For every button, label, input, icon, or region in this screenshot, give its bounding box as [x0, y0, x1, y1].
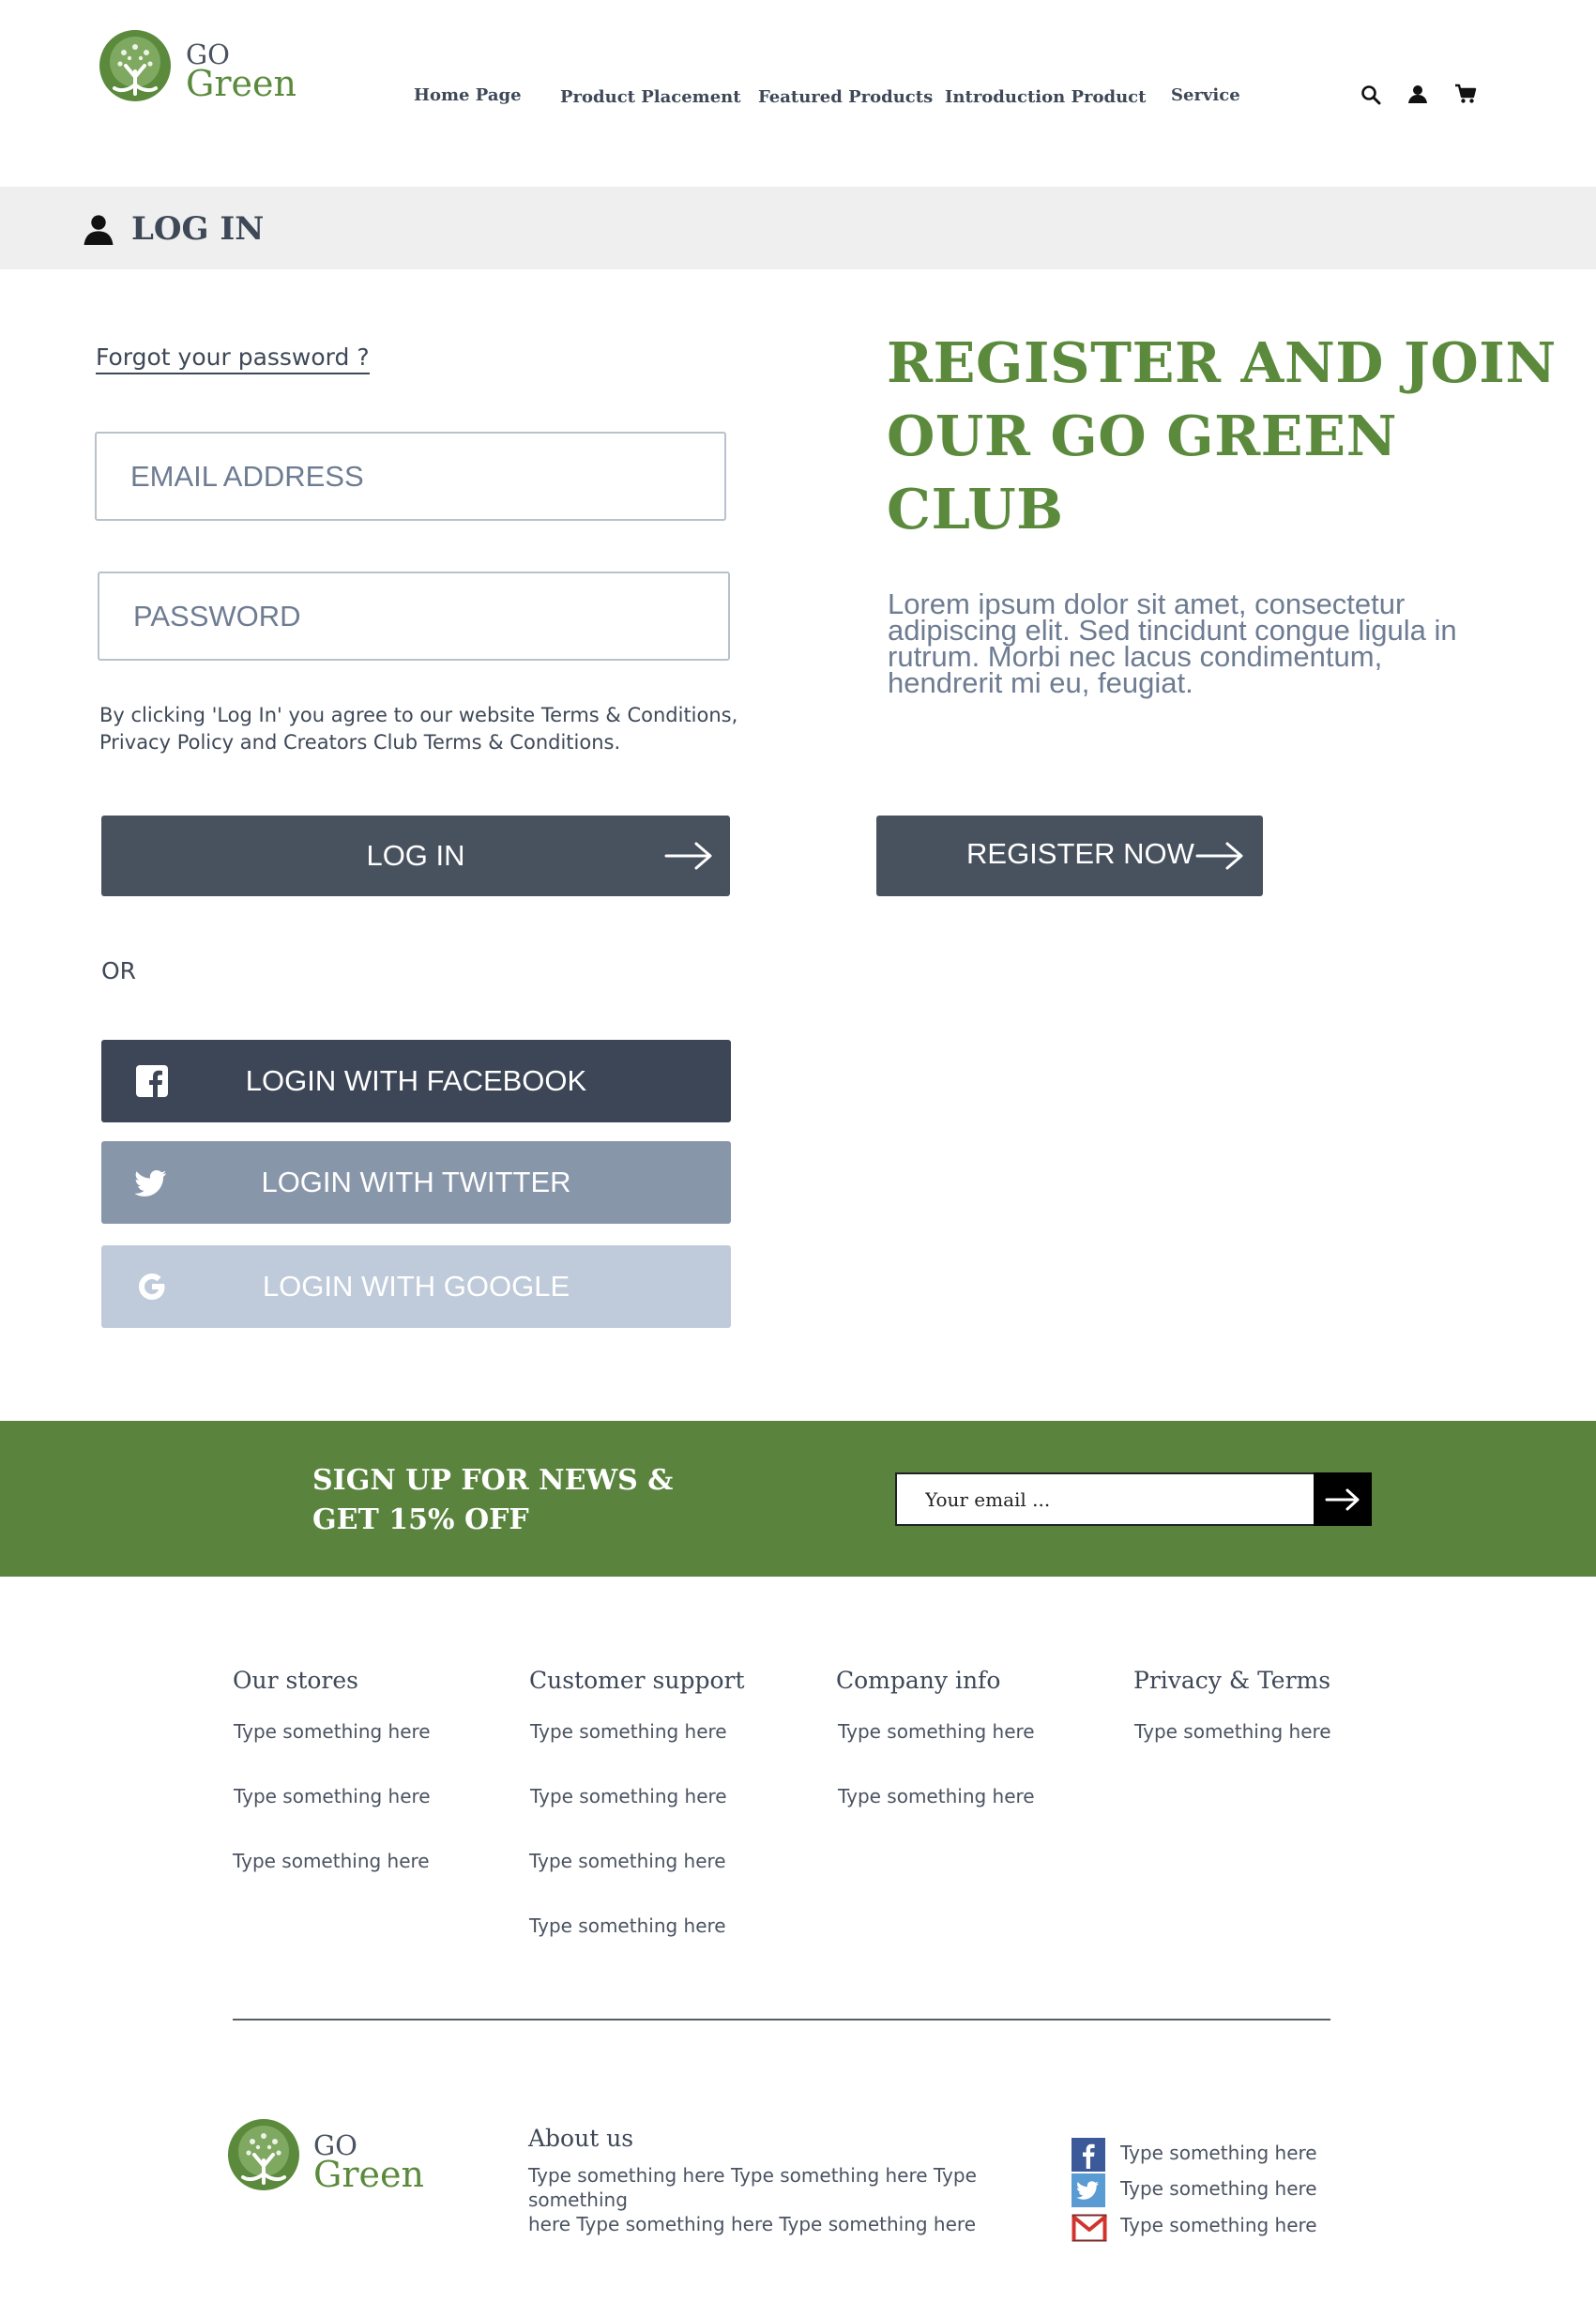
- footer-social-label[interactable]: Type something here: [1120, 2142, 1317, 2164]
- header-logo[interactable]: GO Green: [98, 28, 296, 105]
- twitter-button-label: LOGIN WITH TWITTER: [261, 1166, 571, 1198]
- about-us-line-1: Type something here Type something here …: [528, 2164, 977, 2211]
- register-heading-line-1: REGISTER AND JOIN: [887, 330, 1557, 395]
- logo-green: Green: [313, 2154, 424, 2195]
- newsletter-heading-line-1: SIGN UP FOR NEWS &: [312, 1464, 674, 1497]
- footer-link[interactable]: Type something here: [233, 1850, 430, 1872]
- about-us-line-2: here Type something here Type something …: [528, 2213, 977, 2235]
- register-description: Lorem ipsum dolor sit amet, consectetur …: [888, 589, 1544, 699]
- twitter-icon[interactable]: [1072, 2173, 1105, 2207]
- user-icon: [84, 215, 114, 245]
- tree-logo-icon: [228, 2119, 299, 2190]
- footer-heading-our-stores: Our stores: [233, 1667, 358, 1694]
- tree-logo-icon: [99, 30, 171, 101]
- footer-social-label[interactable]: Type something here: [1120, 2177, 1317, 2200]
- arrow-right-icon: [664, 842, 712, 870]
- nav-product-placement[interactable]: Product Placement: [560, 87, 741, 107]
- about-us-heading: About us: [528, 2125, 634, 2152]
- footer-link[interactable]: Type something here: [234, 1720, 431, 1743]
- terms-notice: By clicking 'Log In' you agree to our we…: [99, 702, 756, 756]
- newsletter-submit-button[interactable]: [1314, 1472, 1372, 1526]
- register-heading-line-2: OUR GO GREEN CLUB: [887, 404, 1398, 541]
- arrow-right-icon: [1195, 842, 1243, 870]
- footer-link[interactable]: Type something here: [1134, 1720, 1331, 1743]
- login-twitter-button[interactable]: LOGIN WITH TWITTER: [101, 1141, 731, 1224]
- register-heading: REGISTER AND JOIN OUR GO GREEN CLUB: [887, 327, 1562, 546]
- gmail-icon[interactable]: [1072, 2214, 1107, 2242]
- nav-introduction-product[interactable]: Introduction Product: [945, 87, 1146, 107]
- footer-link[interactable]: Type something here: [530, 1720, 727, 1743]
- footer-link[interactable]: Type something here: [530, 1785, 727, 1807]
- register-description-line-4: hendrerit mi eu, feugiat.: [888, 666, 1193, 699]
- facebook-icon[interactable]: [1072, 2138, 1105, 2172]
- terms-line-2: Privacy Policy and Creators Club Terms &…: [99, 731, 621, 754]
- terms-line-1: By clicking 'Log In' you agree to our we…: [99, 704, 738, 726]
- footer-divider: [233, 2019, 1330, 2021]
- about-us-text: Type something here Type something here …: [528, 2163, 1072, 2236]
- footer-link[interactable]: Type something here: [234, 1785, 431, 1807]
- newsletter-heading: SIGN UP FOR NEWS & GET 15% OFF: [312, 1461, 782, 1540]
- login-button[interactable]: LOG IN: [101, 816, 730, 896]
- arrow-right-icon: [1325, 1488, 1360, 1510]
- newsletter-heading-line-2: GET 15% OFF: [312, 1503, 529, 1536]
- search-icon[interactable]: [1360, 84, 1381, 105]
- footer-logo[interactable]: GO Green: [226, 2117, 424, 2195]
- footer-link[interactable]: Type something here: [838, 1720, 1035, 1743]
- footer-link[interactable]: Type something here: [529, 1850, 726, 1872]
- footer-social-label[interactable]: Type something here: [1120, 2214, 1317, 2236]
- nav-featured-products[interactable]: Featured Products: [758, 87, 933, 107]
- user-icon[interactable]: [1407, 84, 1428, 104]
- forgot-password-link[interactable]: Forgot your password ?: [96, 343, 370, 374]
- email-field[interactable]: [95, 432, 726, 521]
- login-page-title: LOG IN: [131, 210, 265, 248]
- register-now-button[interactable]: REGISTER NOW: [876, 816, 1263, 896]
- cart-icon[interactable]: [1454, 84, 1477, 104]
- nav-service[interactable]: Service: [1171, 85, 1240, 105]
- nav-home-page[interactable]: Home Page: [414, 85, 522, 105]
- or-separator: OR: [101, 957, 137, 984]
- google-button-label: LOGIN WITH GOOGLE: [262, 1270, 570, 1303]
- footer-link[interactable]: Type something here: [529, 1914, 726, 1937]
- footer-heading-privacy-terms: Privacy & Terms: [1133, 1667, 1331, 1694]
- footer-heading-customer-support: Customer support: [529, 1667, 745, 1694]
- register-button-label: REGISTER NOW: [966, 837, 1194, 870]
- footer-heading-company-info: Company info: [836, 1667, 1001, 1694]
- logo-green: Green: [186, 63, 296, 104]
- login-google-button[interactable]: LOGIN WITH GOOGLE: [101, 1245, 731, 1328]
- password-field[interactable]: [98, 572, 730, 661]
- login-facebook-button[interactable]: LOGIN WITH FACEBOOK: [101, 1040, 731, 1122]
- footer-link[interactable]: Type something here: [838, 1785, 1035, 1807]
- newsletter-email-input[interactable]: [895, 1472, 1315, 1526]
- facebook-button-label: LOGIN WITH FACEBOOK: [245, 1064, 587, 1097]
- login-button-label: LOG IN: [366, 839, 465, 872]
